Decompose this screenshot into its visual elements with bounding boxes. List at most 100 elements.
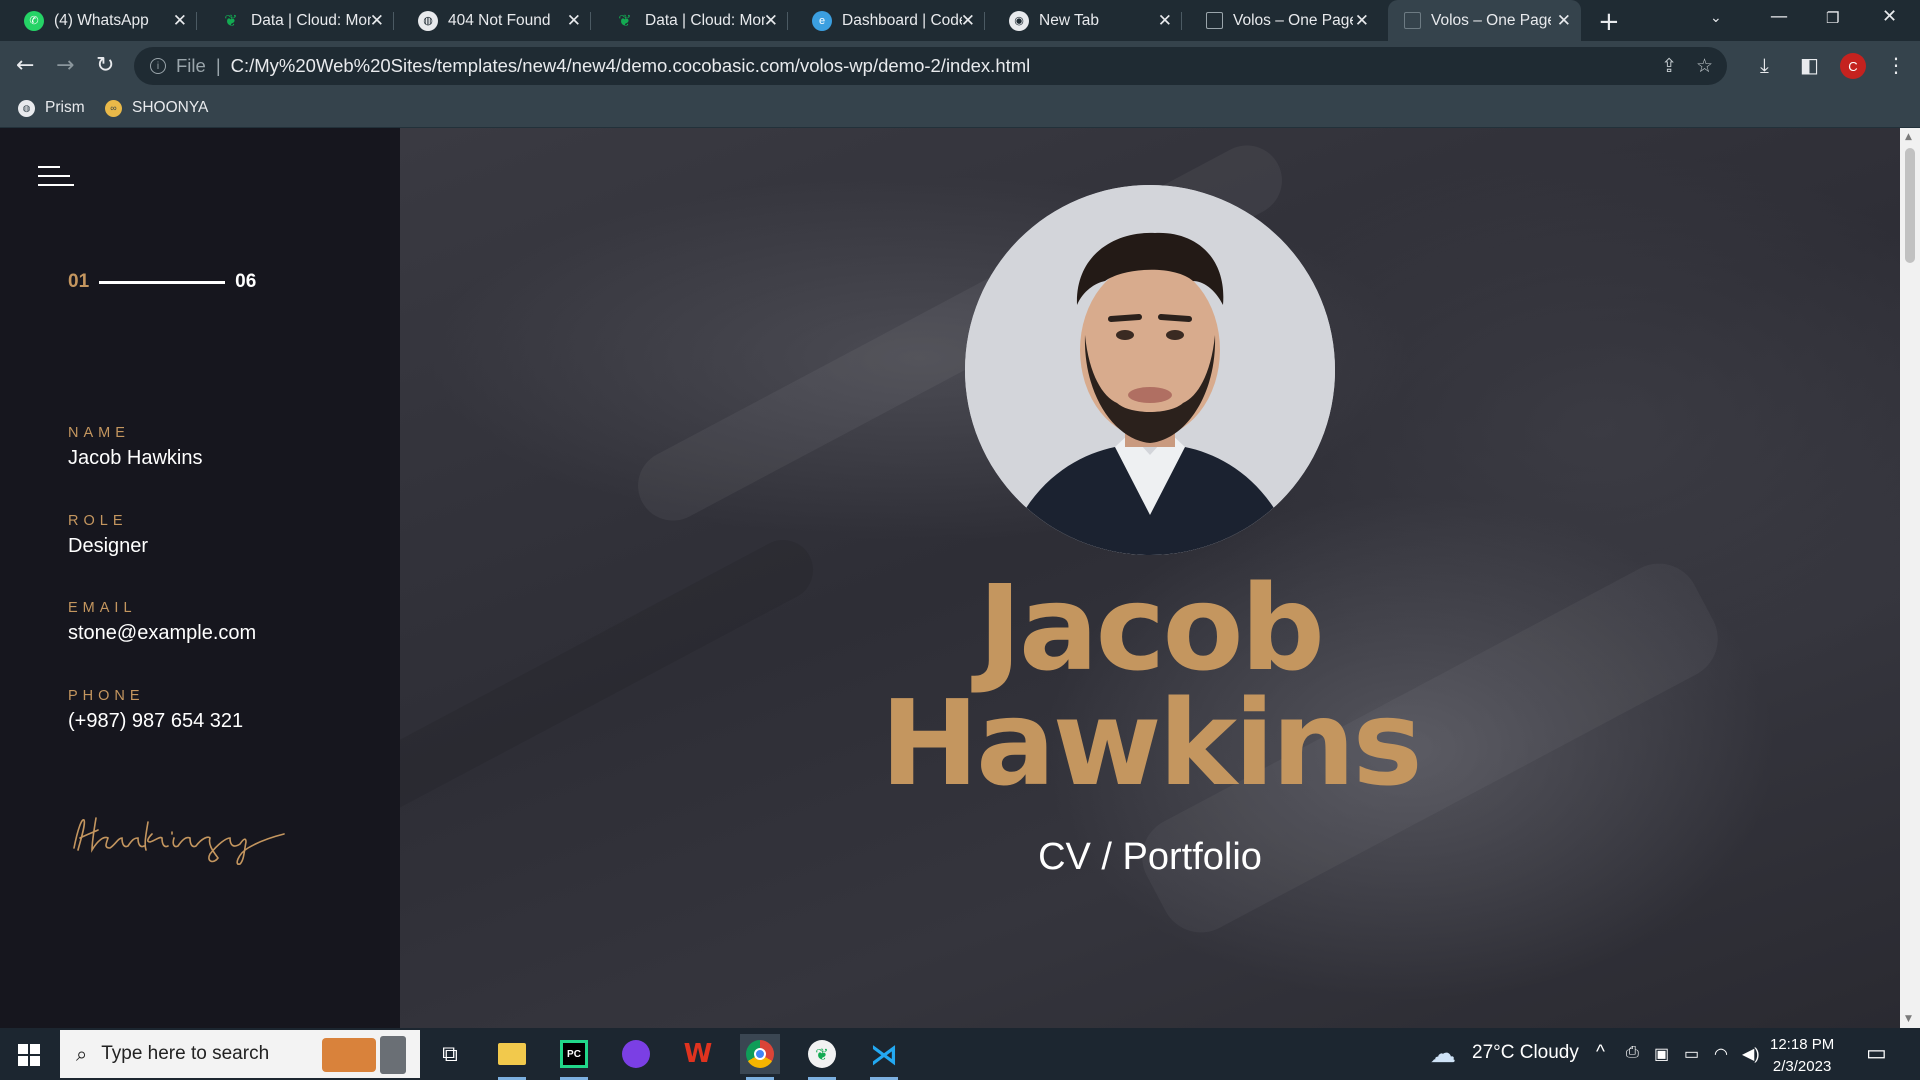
tab-title: 404 Not Found (448, 11, 551, 29)
tab-dashboard[interactable]: e Dashboard | Code ✕ (788, 0, 985, 41)
tab-whatsapp[interactable]: ✆ (4) WhatsApp ✕ (0, 0, 197, 41)
system-clock[interactable]: 12:18 PM 2/3/2023 (1770, 1034, 1834, 1078)
search-placeholder: Type here to search (101, 1043, 270, 1064)
menu-kebab-icon[interactable]: ⋮ (1886, 53, 1906, 77)
page-icon (1206, 12, 1223, 29)
reload-icon[interactable]: ↻ (96, 53, 114, 78)
address-bar[interactable]: i File | C:/My%20Web%20Sites/templates/n… (134, 47, 1727, 85)
windows-start-icon[interactable] (18, 1044, 40, 1066)
forward-arrow-icon[interactable]: → (56, 53, 74, 78)
info-icon[interactable]: i (150, 58, 166, 74)
wifi-icon[interactable]: ◠ (1714, 1044, 1728, 1064)
close-icon[interactable]: ✕ (173, 11, 187, 31)
tab-title: Volos – One Page (1431, 11, 1551, 29)
page-scrollbar[interactable]: ▲ ▼ (1900, 128, 1920, 1028)
wps-office-icon[interactable]: W (678, 1034, 718, 1074)
battery-icon[interactable]: ▭ (1684, 1044, 1699, 1064)
total-sections: 06 (235, 271, 257, 292)
hero-last-name: Hawkins (880, 674, 1423, 812)
page-icon (1404, 12, 1421, 29)
tab-volos-active[interactable]: Volos – One Page ✕ (1388, 0, 1581, 41)
hamburger-menu-icon[interactable] (38, 166, 74, 190)
volume-icon[interactable]: ◀) (1742, 1044, 1760, 1064)
calculator-icon (380, 1036, 406, 1074)
tab-title: Dashboard | Code (842, 11, 962, 29)
close-icon[interactable]: ✕ (1158, 11, 1172, 31)
tab-title: Data | Cloud: Mon (645, 11, 765, 29)
share-icon[interactable]: ⇪ (1661, 55, 1677, 78)
bookmarks-bar: ◍ Prism ∞ SHOONYA (0, 91, 1920, 128)
clock-time: 12:18 PM (1770, 1036, 1835, 1053)
chrome-icon: ◉ (1009, 10, 1029, 31)
clock-date: 2/3/2023 (1772, 1058, 1832, 1075)
tab-title: Data | Cloud: Mon (251, 11, 371, 29)
info-label: ROLE (68, 513, 128, 529)
task-view-icon[interactable]: ⧉ (430, 1034, 470, 1074)
restore-button[interactable]: ❐ (1826, 9, 1839, 27)
tab-title: Volos – One Page (1233, 11, 1353, 29)
info-role: ROLE Designer (68, 513, 148, 558)
scheme-label: File (176, 55, 206, 76)
tab-404[interactable]: ◍ 404 Not Found ✕ (394, 0, 591, 41)
close-icon[interactable]: ✕ (370, 11, 384, 31)
tab-data-cloud-1[interactable]: ❦ Data | Cloud: Mon ✕ (197, 0, 394, 41)
profile-avatar[interactable]: C (1840, 53, 1866, 79)
hero-section: Jacob Hawkins CV / Portfolio (400, 128, 1900, 1028)
mongodb-compass-icon[interactable]: ❦ (802, 1034, 842, 1080)
search-highlight-icon (322, 1038, 376, 1072)
close-icon[interactable]: ✕ (1355, 11, 1369, 31)
tab-new-tab[interactable]: ◉ New Tab ✕ (985, 0, 1182, 41)
info-value: Jacob Hawkins (68, 447, 203, 469)
globe-icon: ◍ (18, 99, 35, 117)
display-icon[interactable]: ▣ (1654, 1044, 1669, 1064)
menu-line (38, 166, 60, 168)
sidebar: 01 06 NAME Jacob Hawkins ROLE Designer E… (0, 128, 400, 1028)
menu-line (38, 175, 70, 177)
bookmark-shoonya[interactable]: ∞ SHOONYA (105, 99, 208, 117)
pycharm-icon[interactable]: PC (554, 1034, 594, 1080)
cloud-weather-icon: ☁ (1430, 1038, 1456, 1068)
scrollbar-thumb[interactable] (1905, 148, 1915, 263)
weather-text[interactable]: 27°C Cloudy (1472, 1042, 1579, 1064)
hero-first-name: Jacob (977, 559, 1325, 697)
bookmark-label: SHOONYA (132, 99, 209, 116)
minimize-button[interactable]: — (1770, 6, 1788, 27)
scroll-down-arrow-icon[interactable]: ▼ (1905, 1014, 1912, 1024)
web-page: 01 06 NAME Jacob Hawkins ROLE Designer E… (0, 128, 1900, 1028)
hero-subtitle: CV / Portfolio (1038, 836, 1262, 878)
chrome-icon[interactable] (740, 1034, 780, 1080)
back-arrow-icon[interactable]: ← (16, 53, 34, 78)
shoonya-icon: ∞ (105, 99, 122, 117)
podcast-app-icon[interactable] (616, 1034, 656, 1074)
profile-photo (965, 185, 1335, 555)
bookmark-prism[interactable]: ◍ Prism (18, 99, 85, 117)
vscode-icon[interactable]: ⋊ (864, 1034, 904, 1080)
chevron-up-icon[interactable]: ^ (1596, 1042, 1605, 1064)
close-icon[interactable]: ✕ (961, 11, 975, 31)
close-icon[interactable]: ✕ (1557, 11, 1571, 31)
notification-icon[interactable]: ▭ (1866, 1040, 1887, 1066)
whatsapp-icon: ✆ (24, 10, 44, 31)
close-window-button[interactable]: ✕ (1882, 6, 1897, 27)
close-icon[interactable]: ✕ (764, 11, 778, 31)
globe-icon: ◍ (418, 10, 438, 31)
bookmark-label: Prism (45, 99, 85, 116)
tab-title: New Tab (1039, 11, 1100, 29)
close-icon[interactable]: ✕ (567, 11, 581, 31)
meet-now-icon[interactable]: ⎙ (1626, 1044, 1639, 1062)
side-panel-icon[interactable]: ◧ (1800, 53, 1819, 77)
download-icon[interactable]: ⤓ (1760, 53, 1769, 77)
url-text[interactable]: C:/My%20Web%20Sites/templates/new4/new4/… (231, 55, 1031, 77)
info-value[interactable]: stone@example.com (68, 622, 256, 645)
tab-volos-1[interactable]: Volos – One Page ✕ (1182, 0, 1379, 41)
scroll-up-arrow-icon[interactable]: ▲ (1905, 132, 1912, 142)
file-explorer-icon[interactable] (492, 1034, 532, 1080)
taskbar-search-box[interactable]: ⌕ Type here to search (60, 1030, 420, 1078)
tab-search-chevron-icon[interactable]: ⌄ (1710, 10, 1722, 26)
signature-image (73, 817, 285, 865)
new-tab-button[interactable]: + (1598, 7, 1620, 37)
tab-data-cloud-2[interactable]: ❦ Data | Cloud: Mon ✕ (591, 0, 788, 41)
windows-taskbar: ⌕ Type here to search ⧉ PC W ❦ ⋊ ☁ 27°C … (0, 1028, 1920, 1080)
current-section: 01 (68, 271, 90, 292)
bookmark-star-icon[interactable]: ☆ (1696, 55, 1713, 78)
